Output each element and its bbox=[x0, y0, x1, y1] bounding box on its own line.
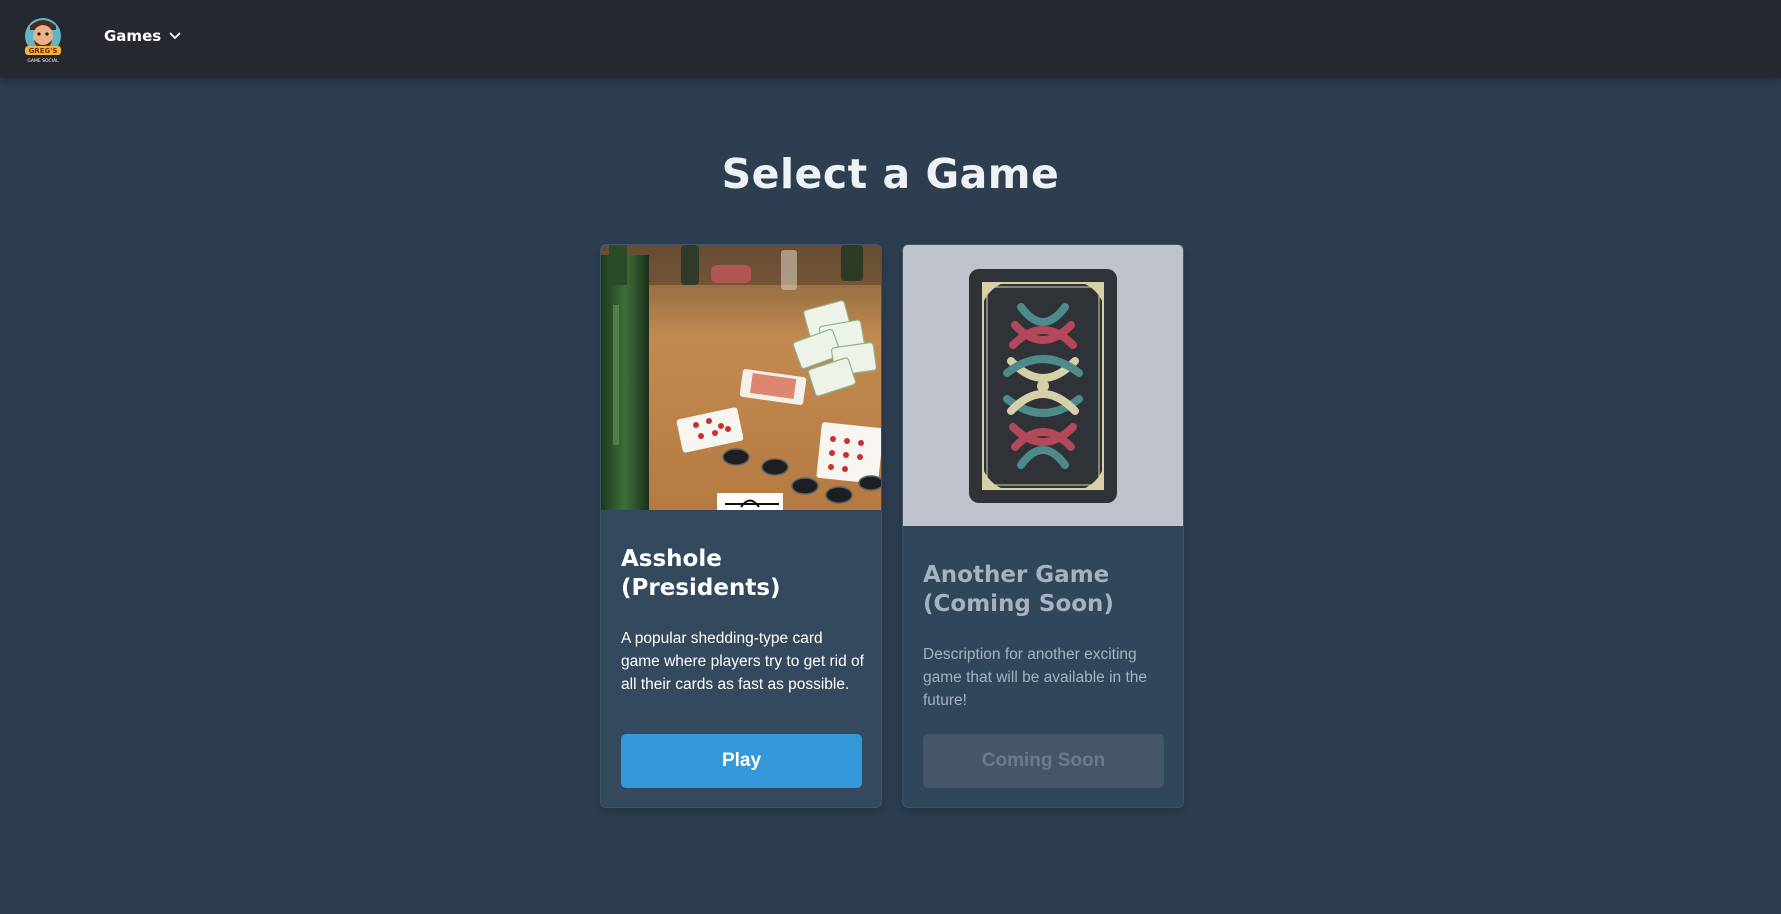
game-description: Description for another exciting game th… bbox=[923, 646, 1148, 709]
game-card-coming-soon: Another Game (Coming Soon) Description f… bbox=[902, 244, 1184, 808]
page-title: Select a Game bbox=[721, 150, 1060, 198]
coming-soon-button: Coming Soon bbox=[923, 734, 1164, 788]
game-title: Another Game (Coming Soon) bbox=[923, 562, 1114, 617]
card-game-photo bbox=[601, 245, 881, 510]
top-navbar: GREG'S GAME SOCIAL Games bbox=[0, 0, 1781, 78]
play-button[interactable]: Play bbox=[621, 734, 862, 788]
games-dropdown[interactable]: Games bbox=[104, 24, 181, 48]
game-card-asshole: Asshole (Presidents) A popular shedding-… bbox=[600, 244, 882, 808]
games-menu-label: Games bbox=[104, 27, 162, 45]
logo-text-line2: GAME SOCIAL bbox=[27, 58, 59, 64]
card-back-illustration bbox=[903, 245, 1183, 526]
greg-mascot-logo[interactable]: GREG'S GAME SOCIAL bbox=[22, 12, 64, 64]
logo-text-line1: GREG'S bbox=[29, 47, 58, 55]
chevron-down-icon bbox=[169, 27, 181, 45]
game-title: Asshole (Presidents) bbox=[621, 546, 781, 601]
game-description: A popular shedding-type card game where … bbox=[621, 630, 864, 693]
